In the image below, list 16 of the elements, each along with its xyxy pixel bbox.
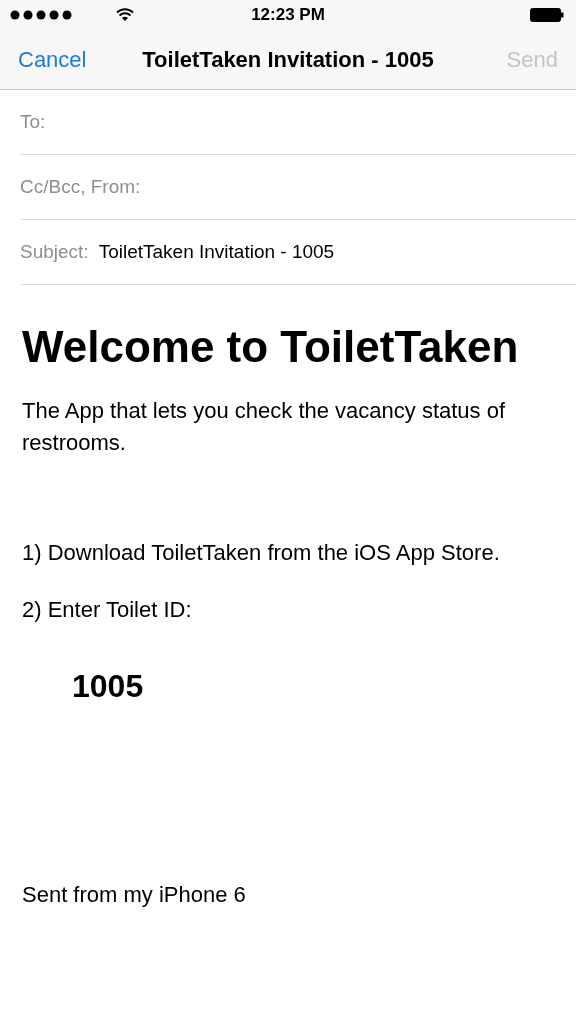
toilet-id: 1005 bbox=[72, 667, 145, 706]
battery-icon bbox=[530, 8, 564, 22]
nav-title: ToiletTaken Invitation - 1005 bbox=[142, 46, 434, 74]
field-label: Subject: bbox=[20, 239, 89, 264]
cancel-button[interactable]: Cancel bbox=[18, 43, 87, 76]
email-heading: Welcome to ToiletTaken bbox=[22, 321, 520, 373]
status-time: 12:23 PM bbox=[251, 4, 325, 27]
field-label: To: bbox=[20, 109, 46, 134]
field-label: Cc/Bcc, From: bbox=[20, 174, 141, 199]
step-text: 1) Download ToiletTaken from the iOS App Store. bbox=[22, 539, 501, 567]
intro-paragraph: The App that lets you check the vacancy status of restrooms. bbox=[22, 397, 507, 457]
wifi-icon bbox=[116, 8, 134, 22]
field-value[interactable]: ToiletTaken Invitation - 1005 bbox=[98, 237, 335, 267]
step-text: 2) Enter Toilet ID: bbox=[22, 596, 193, 624]
signature: Sent from my iPhone 6 bbox=[22, 881, 247, 909]
signal-icon bbox=[10, 10, 72, 20]
